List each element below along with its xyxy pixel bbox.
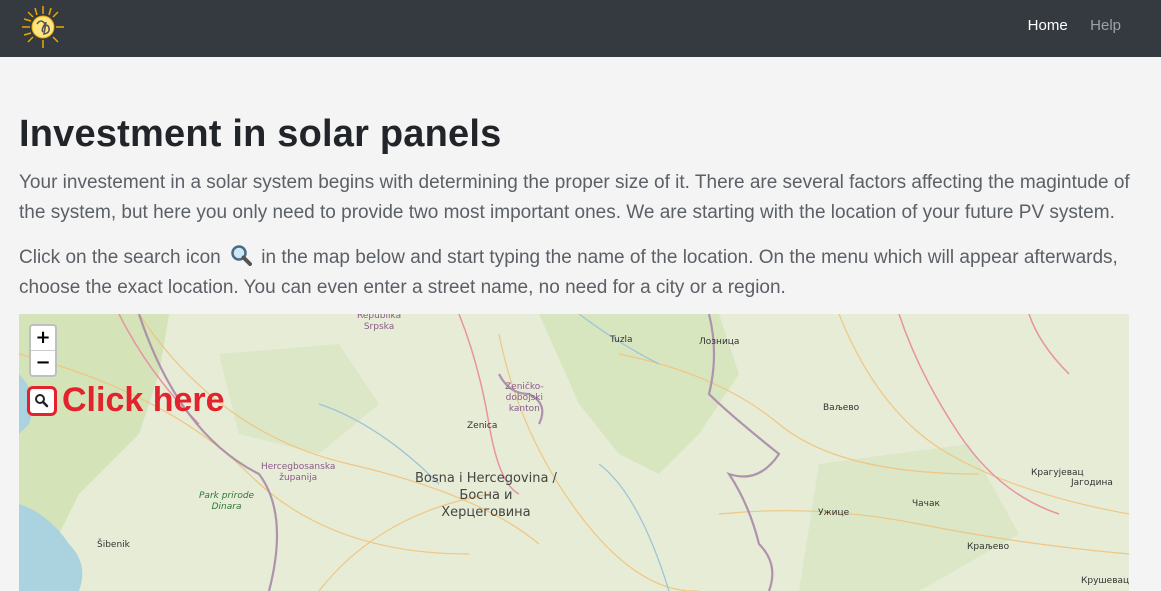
magnifier-icon xyxy=(230,244,252,266)
page-title: Investment in solar panels xyxy=(19,113,502,155)
intro-paragraph: Your investement in a solar system begin… xyxy=(19,172,1130,223)
map-label-valjevo: Ваљево xyxy=(823,403,860,413)
map-label-kraljevo: Краљево xyxy=(967,542,1010,552)
nav-link-home[interactable]: Home xyxy=(1028,17,1068,34)
map-label-park-prirode-dinara: Park prirode Dinara xyxy=(199,491,255,512)
map-label-uzice: Ужице xyxy=(818,508,850,518)
site-logo[interactable] xyxy=(20,4,66,50)
map-label-zenica: Zenica xyxy=(467,421,498,431)
nav-menu: Home Help xyxy=(1010,17,1121,35)
map-tiles xyxy=(19,314,1129,591)
search-icon xyxy=(35,394,49,408)
zoom-control: + − xyxy=(29,324,57,377)
location-map[interactable]: Republika Srpska Tuzla Лозница Zeničko-do… xyxy=(19,314,1129,591)
map-label-sibenik: Šibenik xyxy=(97,540,130,550)
map-label-kragujevac: Крагујевац xyxy=(1031,468,1084,478)
map-label-tuzla: Tuzla xyxy=(610,335,633,345)
map-label-zenicko-dobojski: Zeničko-dobojski kanton xyxy=(505,382,544,414)
zoom-out-button[interactable]: − xyxy=(31,351,55,375)
nav-link-help[interactable]: Help xyxy=(1090,17,1121,34)
instruction-before: Click on the search icon xyxy=(19,247,226,268)
instruction-paragraph: Click on the search icon in the map belo… xyxy=(19,243,1139,303)
map-label-cacak: Чачак xyxy=(912,499,940,509)
main-content: Investment in solar panels Your investem… xyxy=(19,112,1139,303)
navbar: Home Help xyxy=(0,0,1161,57)
map-label-krusevac: Крушевац xyxy=(1081,576,1129,586)
map-label-bosna-i-hercegovina: Bosna i Hercegovina / Босна и Херцеговина xyxy=(415,471,557,520)
zoom-in-button[interactable]: + xyxy=(31,326,55,351)
map-label-hercegbosanska: Hercegbosanska županija xyxy=(261,462,336,483)
map-label-loznica: Лозница xyxy=(699,337,740,347)
map-search-button[interactable] xyxy=(27,386,57,416)
map-label-jagodina: Јагодина xyxy=(1071,478,1113,488)
map-label-republika-srpska: Republika Srpska xyxy=(357,314,402,332)
click-here-callout: Click here xyxy=(62,381,225,419)
